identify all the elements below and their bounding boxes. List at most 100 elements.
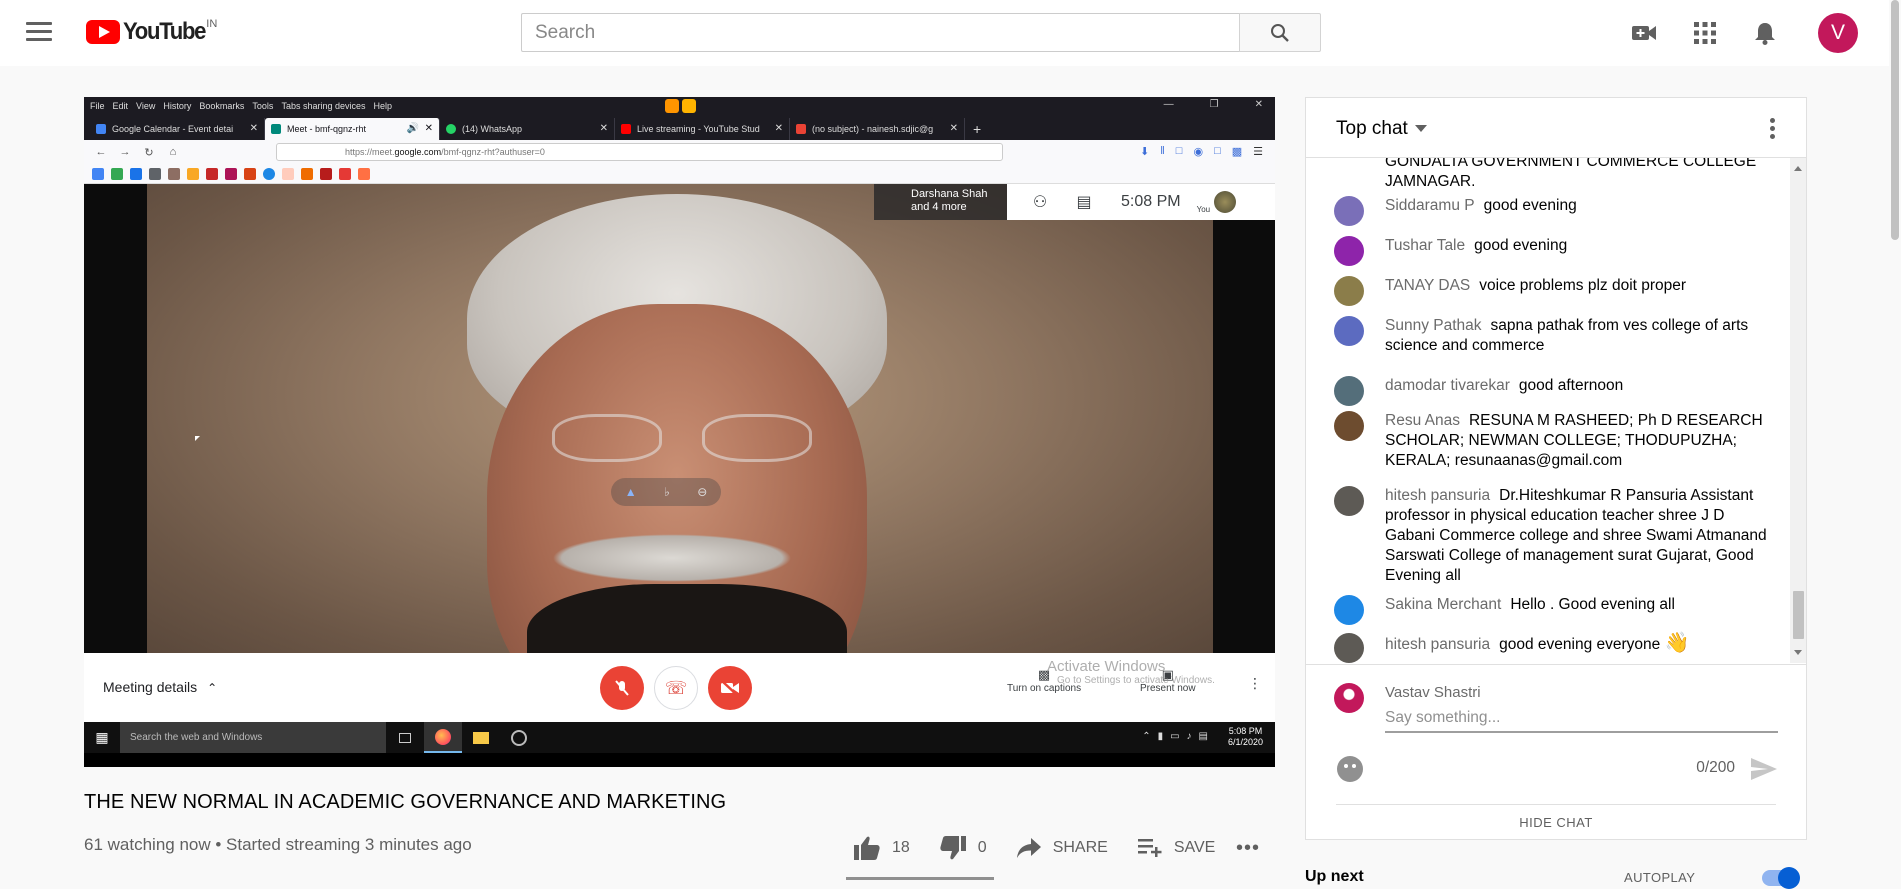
author-name[interactable]: Sunny Pathak [1385,317,1482,334]
bookmark-icon[interactable] [206,167,218,180]
extensions-icon[interactable]: ▩ [1232,145,1242,158]
author-avatar[interactable] [1334,411,1364,441]
bookmark-icon[interactable] [92,167,104,180]
camera-off-button[interactable] [708,666,752,710]
author-avatar[interactable] [1334,196,1364,226]
page-scrollbar[interactable] [1889,0,1901,882]
notifications-bell-icon[interactable] [1751,19,1779,47]
menu-view[interactable]: View [136,101,155,111]
self-view-avatar[interactable] [1214,191,1237,213]
youtube-logo[interactable]: YouTube IN [86,18,217,46]
scroll-up-icon[interactable] [1794,166,1802,171]
url-bar[interactable]: https://meet.google.com/bmf-qgnz-rht?aut… [276,143,1003,161]
bookmark-icon[interactable] [339,167,351,180]
more-options-icon[interactable]: ⋮ [1248,675,1262,692]
author-avatar[interactable] [1334,486,1364,516]
bookmark-icon[interactable] [263,167,275,180]
menu-bookmarks[interactable]: Bookmarks [199,101,244,111]
bookmark-icon[interactable] [168,167,180,180]
emoji-picker-icon[interactable] [1337,756,1363,782]
author-name[interactable]: hitesh pansuria [1385,636,1490,653]
bookmark-icon[interactable] [358,167,370,180]
author-avatar[interactable] [1334,376,1364,406]
author-name[interactable]: hitesh pansuria [1385,487,1490,504]
save-button[interactable]: SAVE [1137,839,1215,857]
menu-tools[interactable]: Tools [252,101,273,111]
author-avatar[interactable] [1334,276,1364,306]
menu-help[interactable]: Help [373,101,392,111]
author-name[interactable]: Resu Anas [1385,412,1460,429]
menu-icon[interactable] [26,22,52,42]
firefox-taskbar-icon[interactable] [424,722,462,753]
audio-playing-icon[interactable]: 🔊 [407,123,419,134]
author-avatar[interactable] [1334,236,1364,266]
mute-participant-icon[interactable]: ♭ [664,485,670,499]
close-tab-icon[interactable]: ✕ [950,123,958,134]
bookmark-icon[interactable] [111,167,123,180]
account-avatar[interactable]: V [1818,13,1858,53]
minimize-icon[interactable]: — [1164,99,1174,110]
close-tab-icon[interactable]: ✕ [600,123,608,134]
author-avatar[interactable] [1334,633,1364,663]
scroll-thumb[interactable] [1793,591,1804,639]
author-name[interactable]: damodar tivarekar [1385,377,1510,394]
file-explorer-icon[interactable] [462,722,500,753]
windows-start-icon[interactable]: ▦ [84,729,120,746]
like-button[interactable]: 18 [854,836,910,860]
bookmark-icon[interactable] [149,167,161,180]
close-tab-icon[interactable]: ✕ [775,123,783,134]
close-tab-icon[interactable]: ✕ [425,123,433,134]
search-button[interactable] [1239,13,1321,52]
bookmark-icon[interactable] [187,167,199,180]
library-icon[interactable]: ‖ [1160,145,1165,158]
tab-meet[interactable]: Meet - bmf-qgnz-rht ✕ 🔊 [265,118,440,140]
author-name[interactable]: TANAY DAS [1385,277,1470,294]
close-tab-icon[interactable]: ✕ [250,123,258,134]
people-icon[interactable]: ⚇ [1029,192,1051,212]
task-view-icon[interactable] [386,722,424,753]
taskbar-clock[interactable]: 5:08 PM 6/1/2020 [1228,726,1263,748]
bookmark-icon[interactable] [130,167,142,180]
bookmark-icon[interactable] [225,167,237,180]
bookmark-icon[interactable] [244,167,256,180]
video-player[interactable]: File Edit View History Bookmarks Tools T… [84,97,1275,767]
back-icon[interactable]: ← [94,146,108,158]
chat-icon[interactable]: ▤ [1073,192,1095,212]
menu-history[interactable]: History [163,101,191,111]
more-actions-icon[interactable]: ••• [1236,837,1260,860]
share-button[interactable]: SHARE [1016,838,1108,858]
remove-participant-icon[interactable]: ⊖ [697,485,707,499]
page-scroll-thumb[interactable] [1891,0,1899,240]
download-icon[interactable]: ⬇ [1140,145,1149,158]
author-name[interactable]: Tushar Tale [1385,237,1465,254]
bookmark-icon[interactable] [320,167,332,180]
mic-off-button[interactable] [600,666,644,710]
chat-input[interactable] [1385,707,1778,729]
firefox-menu-icon[interactable]: ☰ [1253,145,1263,158]
chrome-taskbar-icon[interactable] [500,722,538,753]
author-name[interactable]: Siddaramu P [1385,197,1475,214]
account-icon[interactable]: ◉ [1193,145,1203,158]
tab-gmail[interactable]: (no subject) - nainesh.sdjic@g ✕ [790,118,965,140]
sidebar-icon[interactable]: □ [1176,145,1183,158]
tab-google-calendar[interactable]: Google Calendar - Event detai ✕ [90,118,265,140]
bookmark-icon[interactable] [301,167,313,180]
meeting-details-button[interactable]: Meeting details ⌃ [103,679,217,695]
screenshot-icon[interactable]: □ [1214,145,1221,158]
participants-summary[interactable]: Darshana Shah and 4 more [874,184,1007,220]
close-window-icon[interactable]: ✕ [1255,99,1263,110]
tab-whatsapp[interactable]: (14) WhatsApp ✕ [440,118,615,140]
author-avatar[interactable] [1334,316,1364,346]
pin-icon[interactable]: ▲ [625,485,637,499]
scroll-down-icon[interactable] [1794,650,1802,655]
autoplay-toggle[interactable] [1762,867,1800,889]
hide-chat-button[interactable]: HIDE CHAT [1336,804,1776,840]
reload-icon[interactable]: ↻ [142,146,156,159]
create-video-icon[interactable] [1630,19,1658,47]
author-avatar[interactable] [1334,595,1364,625]
apps-grid-icon[interactable] [1691,19,1719,47]
send-button[interactable] [1750,757,1778,786]
author-name[interactable]: Sakina Merchant [1385,596,1501,613]
chat-more-icon[interactable] [1770,118,1776,142]
new-tab-icon[interactable]: + [973,121,981,140]
